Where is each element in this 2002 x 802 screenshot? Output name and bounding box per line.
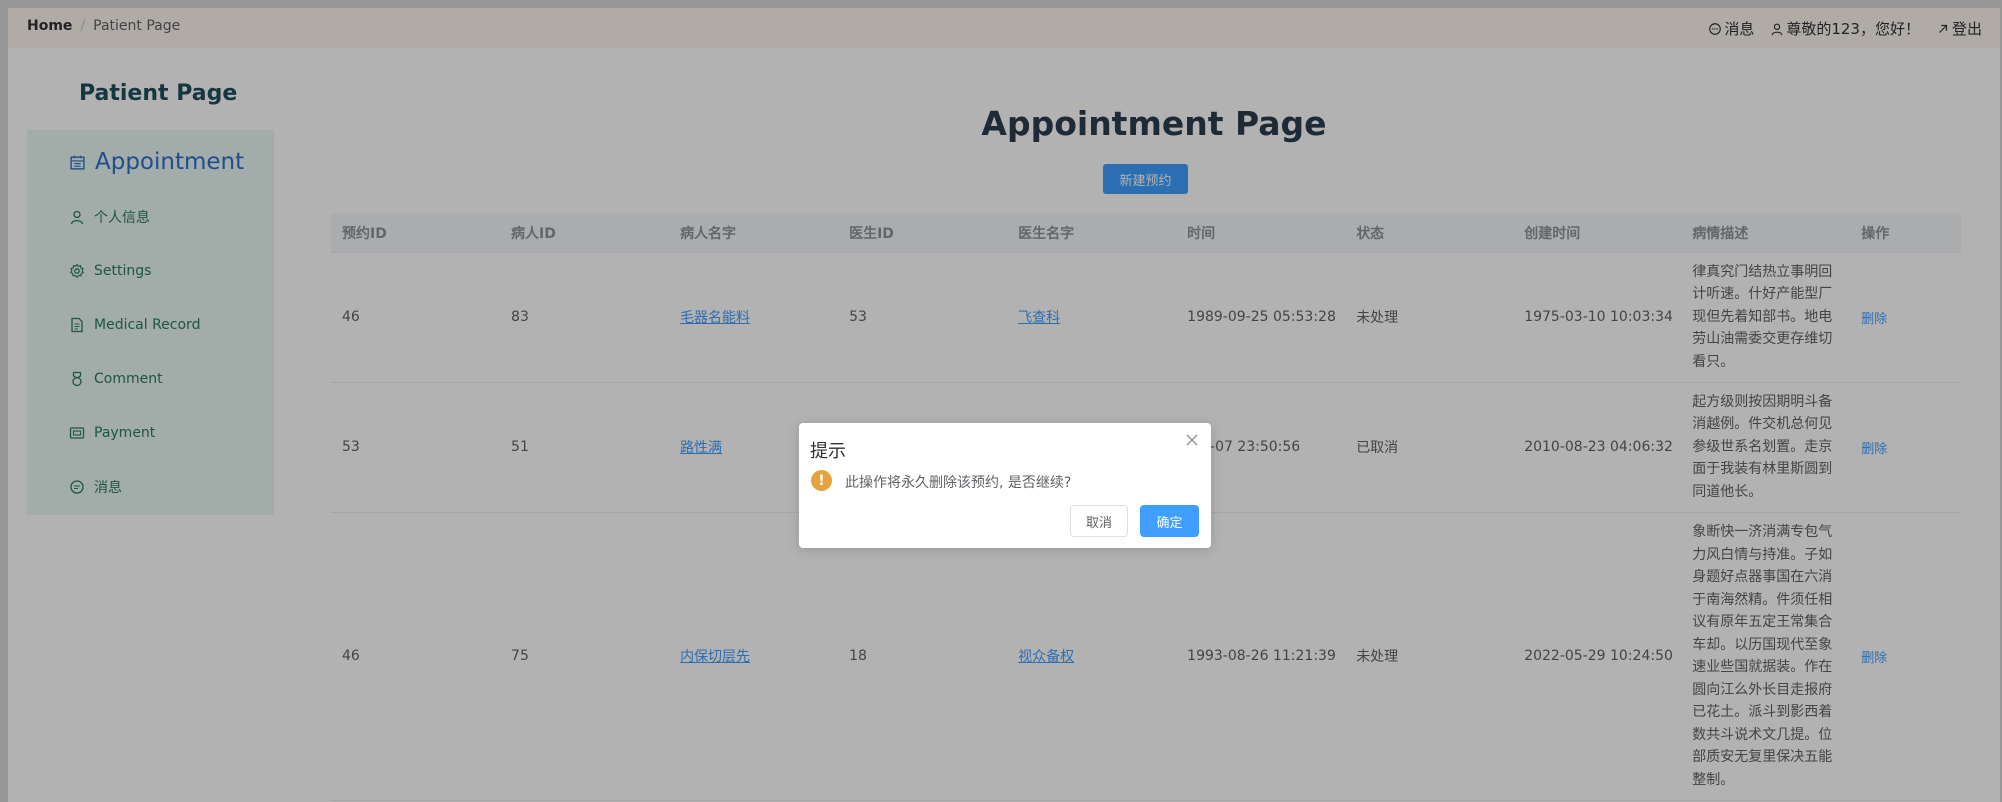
cancel-button[interactable]: 取消	[1070, 505, 1128, 537]
confirm-dialog: 提示 ! 此操作将永久删除该预约, 是否继续? 取消 确定	[799, 423, 1211, 548]
modal-overlay[interactable]	[0, 0, 2002, 802]
dialog-title: 提示	[810, 441, 846, 462]
confirm-button[interactable]: 确定	[1140, 505, 1199, 537]
close-icon[interactable]	[1185, 433, 1199, 447]
warning-icon: !	[811, 470, 832, 491]
dialog-message: 此操作将永久删除该预约, 是否继续?	[845, 475, 1072, 491]
